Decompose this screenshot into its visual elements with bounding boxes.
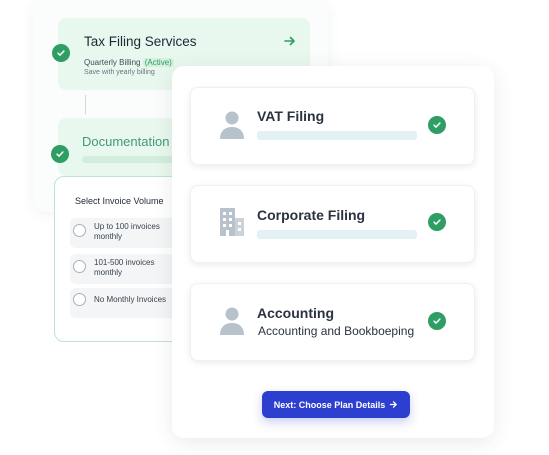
check-icon [428, 213, 446, 231]
next-choose-plan-button[interactable]: Next: Choose Plan Details [262, 391, 410, 418]
check-icon [428, 116, 446, 134]
invoice-option-label: Up to 100 invoices monthly [94, 222, 160, 241]
service-placeholder-bar [257, 230, 417, 239]
service-title: VAT Filing [257, 108, 325, 124]
invoice-option-label: 101-500 invoices monthly [94, 258, 155, 277]
invoice-option-label: No Monthly Invoices [94, 295, 167, 304]
arrow-right-icon[interactable] [283, 34, 297, 48]
person-icon [220, 307, 244, 335]
step-connector [85, 95, 86, 114]
service-subtitle: Accounting and Bookboeping [258, 324, 415, 338]
building-icon [220, 208, 244, 236]
check-icon [428, 312, 446, 330]
check-icon [51, 145, 69, 163]
invoice-volume-title: Select Invoice Volume [75, 196, 164, 206]
billing-info: Quarterly Billing (Active) [84, 58, 174, 67]
person-icon [220, 111, 244, 139]
service-title: Accounting [257, 305, 334, 321]
billing-note: Save with yearly billing [84, 69, 155, 76]
status-badge: (Active) [142, 58, 174, 67]
check-icon [52, 44, 70, 62]
documentation-title: Documentation [82, 134, 170, 149]
radio-button[interactable] [73, 293, 86, 306]
next-button-label: Next: Choose Plan Details [273, 399, 386, 410]
service-title: Corporate Filing [257, 207, 366, 223]
tax-filing-title: Tax Filing Services [84, 34, 197, 49]
arrow-right-icon [389, 401, 398, 408]
radio-button[interactable] [73, 260, 86, 273]
billing-label: Quarterly Billing [84, 58, 141, 67]
radio-button[interactable] [73, 224, 86, 237]
service-placeholder-bar [257, 131, 417, 140]
